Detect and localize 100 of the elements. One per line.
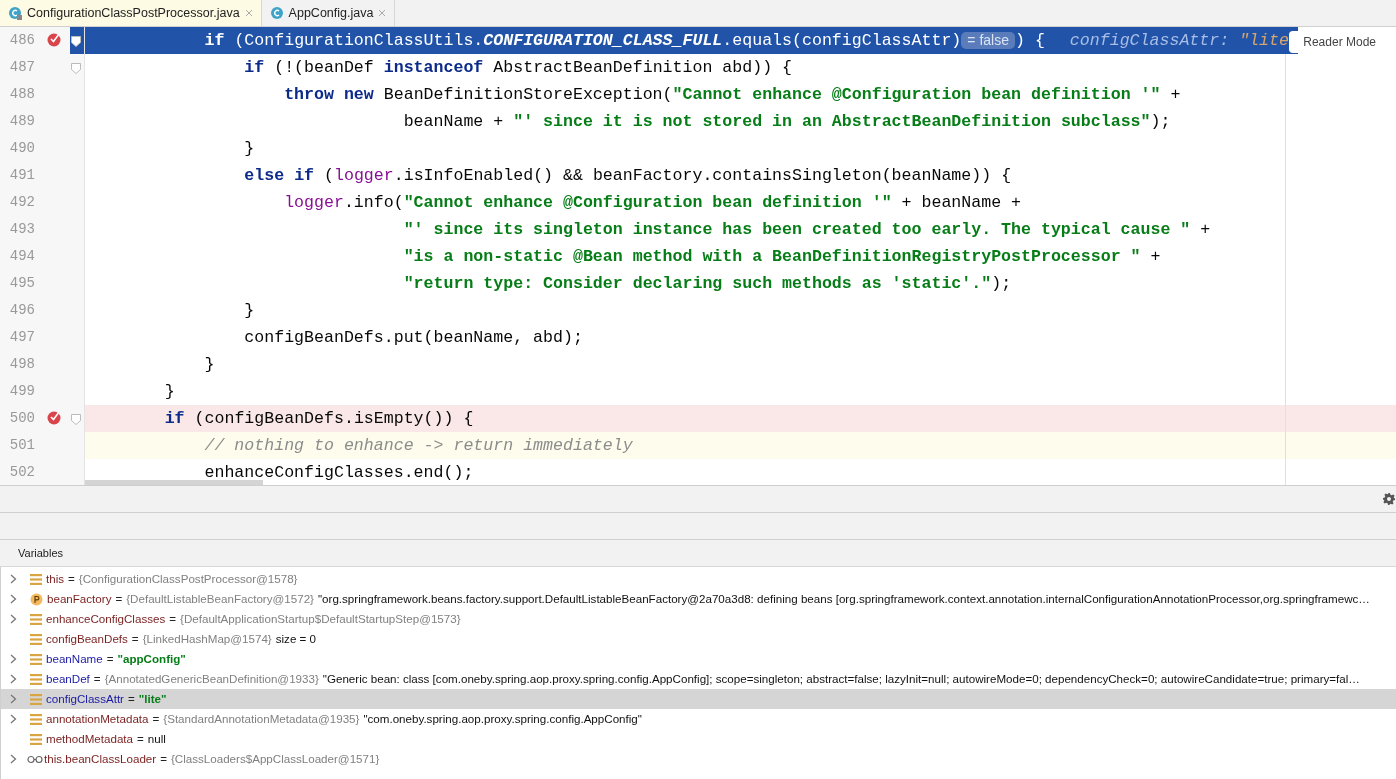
variable-name: enhanceConfigClasses (46, 611, 166, 628)
line-number: 497 (8, 328, 35, 347)
editor-tab[interactable]: ConfigurationClassPostProcessor.java (0, 0, 262, 26)
equals-sign: = (106, 651, 114, 668)
variable-value: "com.oneby.spring.aop.proxy.spring.config.AppConfig" (363, 711, 642, 728)
code-text: + (1199, 220, 1211, 239)
variable-type: {ConfigurationClassPostProcessor@1578} (78, 571, 298, 588)
variable-value: "Generic bean: class [com.oneby.spring.aop.proxy.spring.config.AppConfig]; scope=singleton; abstract=false; lazyInit=null; autowireMode=0; dependencyCheck=0; autowireCandidate=true; primary=fal… (322, 671, 1360, 688)
string-literal: "Cannot enhance @Configuration bean definition '" (672, 85, 1161, 104)
settings-icon[interactable] (1383, 493, 1395, 505)
variable-type: {ClassLoaders$AppClassLoader@1571} (170, 751, 380, 768)
variable-type: {AnnotatedGenericBeanDefinition@1933} (104, 671, 319, 688)
variable-type: {StandardAnnotationMetadata@1935} (163, 711, 360, 728)
variable-type: {DefaultApplicationStartup$DefaultStartupStep@1573} (180, 611, 461, 628)
equals-sign: = (169, 611, 176, 628)
line-number: 489 (8, 112, 35, 131)
code-text: ); (991, 274, 1012, 293)
string-literal: "Cannot enhance @Configuration bean definition '" (403, 193, 892, 212)
equals-sign: = (68, 571, 75, 588)
variable-value: "org.springframework.beans.factory.support.DefaultListableBeanFactory@2a70a3d8: defining beans [org.springframework.context.annotation.internalConfigurationAnnotationProcessor,org.springframewc… (317, 591, 1370, 608)
variable-value: null (147, 731, 166, 748)
code-text: (ConfigurationClassUtils. (233, 31, 484, 50)
keyword: if (243, 58, 265, 77)
fold-marker-icon[interactable] (71, 63, 81, 74)
code-text: } (203, 355, 215, 374)
variable-name: annotationMetadata (46, 711, 149, 728)
variable-name: configClassAttr (46, 691, 124, 708)
code-text: enhanceConfigClasses.end(); (203, 463, 474, 482)
line-number: 487 (8, 58, 35, 77)
code-text: AbstractBeanDefinition abd)) { (492, 58, 793, 77)
line-number: 491 (8, 166, 35, 185)
variable-value: size = 0 (275, 631, 316, 648)
class-icon (269, 6, 284, 20)
panel-title: Variables (18, 545, 64, 561)
line-number: 486 (8, 31, 35, 50)
line-number: 498 (8, 355, 35, 374)
variable-name: this (46, 571, 65, 588)
line-number: 496 (8, 301, 35, 320)
code-text: } (243, 139, 255, 158)
string-value: "appConfig" (117, 651, 186, 668)
line-number: 501 (8, 436, 35, 455)
code-comment: // nothing to enhance -> return immediately (203, 436, 633, 455)
code-text: .equals(configClassAttr) (722, 31, 962, 50)
code-text: beanName + (402, 112, 505, 131)
inline-value: "lite (1239, 31, 1289, 50)
line-number: 502 (8, 463, 35, 482)
keyword: if (293, 166, 315, 185)
fold-marker-icon[interactable] (71, 414, 81, 425)
keyword: if (163, 409, 185, 428)
line-number: 488 (8, 85, 35, 104)
keyword: throw (283, 85, 334, 104)
string-literal: "' since its singleton instance has been created too early. The typical cause " (402, 220, 1191, 239)
line-number: 500 (8, 409, 35, 428)
variable-name: this.beanClassLoader (44, 751, 157, 768)
line-number: 499 (8, 382, 35, 401)
keyword: if (203, 31, 225, 50)
keyword: instanceof (383, 58, 484, 77)
code-text: (!(beanDef (273, 58, 375, 77)
selected-row[interactable]: configClassAttr = "lite" (1, 689, 1396, 709)
field-name: logger (283, 193, 344, 212)
code-text: (configBeanDefs.isEmpty()) { (193, 409, 474, 428)
equals-sign: = (160, 751, 167, 768)
variable-type: {DefaultListableBeanFactory@1572} (126, 591, 314, 608)
code-text: configBeanDefs.put(beanName, abd); (243, 328, 583, 347)
equals-sign: = (127, 691, 135, 708)
line-number: 494 (8, 247, 35, 266)
code-text: + (1149, 247, 1161, 266)
close-icon[interactable] (244, 9, 253, 17)
code-text: ( (323, 166, 334, 185)
keyword: else (243, 166, 285, 185)
variable-name: configBeanDefs (46, 631, 128, 648)
line-number: 495 (8, 274, 35, 293)
equals-sign: = (93, 671, 101, 688)
constant-name: CONFIGURATION_CLASS_FULL (483, 31, 723, 50)
string-literal: "' since it is not stored in an AbstractBeanDefinition subclass" (513, 112, 1151, 131)
horizontal-scrollbar-thumb[interactable] (85, 480, 263, 485)
string-literal: "is a non-static @Bean method with a BeanDefinitionRegistryPostProcessor " (402, 247, 1141, 266)
equals-sign: = (131, 631, 139, 648)
code-text: + beanName + (900, 193, 1022, 212)
code-text: ); (1150, 112, 1171, 131)
breakpoint-icon[interactable] (46, 31, 62, 47)
equals-sign: = (137, 731, 144, 748)
keyword: new (342, 85, 374, 104)
string-value: "lite" (138, 691, 167, 708)
inline-hint: = false (961, 32, 1015, 49)
code-text: .isInfoEnabled() && beanFactory.containsSingleton(beanName)) { (393, 166, 1012, 185)
line-number: 493 (8, 220, 35, 239)
code-text: ) { (1014, 31, 1045, 50)
variable-type: {LinkedHashMap@1574} (142, 631, 272, 648)
code-text: + (1169, 85, 1181, 104)
breakpoint-icon[interactable] (46, 409, 62, 425)
line-number: 490 (8, 139, 35, 158)
equals-sign: = (152, 711, 160, 728)
fold-marker-icon[interactable] (71, 36, 81, 47)
code-text: } (243, 301, 255, 320)
field-name: logger (333, 166, 394, 185)
equals-sign: = (115, 591, 123, 608)
variable-name: beanFactory (47, 591, 112, 608)
variable-name: beanDef (46, 671, 90, 688)
inline-value: configClassAttr: (1069, 31, 1231, 50)
